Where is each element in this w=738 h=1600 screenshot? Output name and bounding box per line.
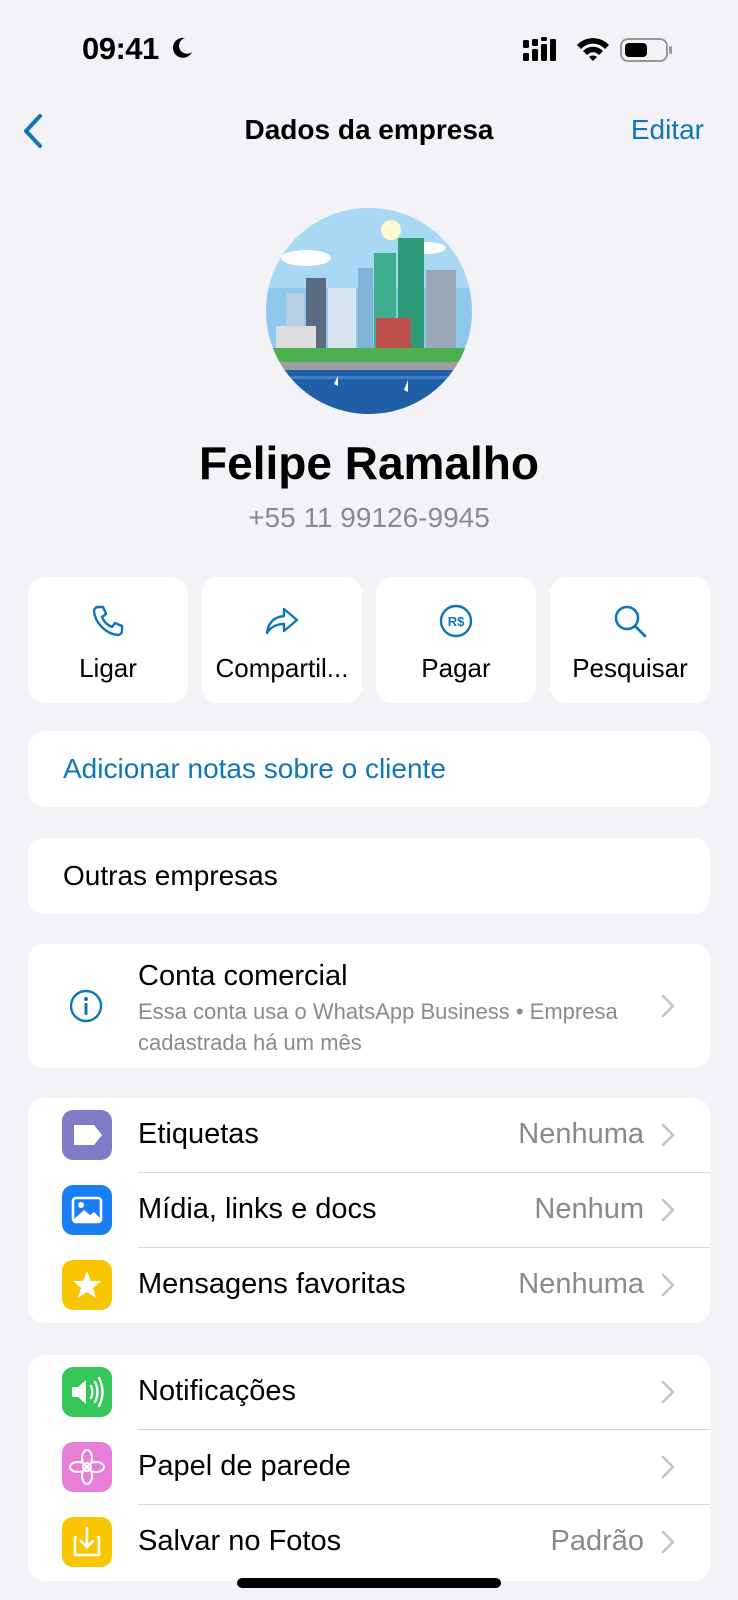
notifications-label: Notificações (138, 1375, 296, 1407)
phone-icon (92, 605, 124, 637)
label-icon (62, 1110, 112, 1160)
media-links-docs-item[interactable]: Mídia, links e docs Nenhum (28, 1173, 710, 1248)
battery-icon (620, 38, 672, 62)
other-businesses-item[interactable]: Outras empresas (28, 838, 710, 914)
action-buttons: Ligar Compartil... R$ Pagar Pesquisar (28, 577, 710, 703)
chevron-right-icon (661, 994, 675, 1018)
chevron-right-icon (661, 1123, 675, 1147)
starred-messages-item[interactable]: Mensagens favoritas Nenhuma (28, 1248, 710, 1323)
wallpaper-label: Papel de parede (138, 1450, 351, 1482)
chevron-right-icon (661, 1273, 675, 1297)
home-indicator[interactable] (237, 1578, 501, 1588)
flower-icon (62, 1442, 112, 1492)
other-businesses-label: Outras empresas (63, 860, 278, 891)
labels-value: Nenhuma (518, 1118, 644, 1150)
search-icon (614, 605, 647, 638)
speaker-icon (62, 1367, 112, 1417)
moon-icon (172, 37, 192, 58)
contact-name: Felipe Ramalho (199, 437, 539, 489)
add-notes-button[interactable]: Adicionar notas sobre o cliente (28, 731, 710, 807)
edit-button[interactable]: Editar (631, 114, 704, 146)
media-label: Mídia, links e docs (138, 1193, 377, 1225)
business-account-title: Conta comercial (138, 960, 348, 992)
svg-text:R$: R$ (448, 614, 465, 629)
pay-icon: R$ (439, 604, 473, 638)
starred-value: Nenhuma (518, 1268, 644, 1300)
media-value: Nenhum (534, 1193, 644, 1225)
save-to-photos-label: Salvar no Fotos (138, 1525, 342, 1557)
save-to-photos-item[interactable]: Salvar no Fotos Padrão (28, 1505, 710, 1580)
starred-label: Mensagens favoritas (138, 1268, 406, 1300)
media-icon (62, 1185, 112, 1235)
download-icon (62, 1517, 112, 1567)
share-label: Compartil... (215, 653, 349, 683)
labels-label: Etiquetas (138, 1118, 259, 1150)
media-settings-group: Etiquetas Nenhuma Mídia, links e docs Ne… (28, 1098, 710, 1323)
city-skyline-image (266, 208, 472, 414)
chat-settings-group: Notificações Papel de parede Salvar no F (28, 1355, 710, 1581)
avatar[interactable] (266, 208, 472, 414)
chevron-right-icon (661, 1380, 675, 1404)
nav-bar: Dados da empresa Editar (0, 100, 738, 162)
wifi-icon (577, 38, 609, 61)
pay-label: Pagar (421, 653, 491, 683)
business-account-description: Essa conta usa o WhatsApp Business • Emp… (138, 999, 618, 1055)
chevron-right-icon (661, 1530, 675, 1554)
info-icon (69, 989, 103, 1023)
contact-phone: +55 11 99126-9945 (248, 502, 490, 533)
wallpaper-item[interactable]: Papel de parede (28, 1430, 710, 1505)
chevron-right-icon (661, 1198, 675, 1222)
pay-button[interactable]: R$ Pagar (376, 577, 536, 703)
cellular-signal-icon (523, 37, 556, 61)
search-button[interactable]: Pesquisar (550, 577, 710, 703)
share-icon (265, 607, 299, 635)
status-time: 09:41 (82, 31, 159, 66)
share-button[interactable]: Compartil... (202, 577, 362, 703)
status-bar: 09:41 (0, 0, 738, 100)
save-to-photos-value: Padrão (550, 1525, 644, 1557)
add-notes-label: Adicionar notas sobre o cliente (63, 753, 446, 784)
call-label: Ligar (79, 653, 137, 683)
labels-item[interactable]: Etiquetas Nenhuma (28, 1098, 710, 1173)
notifications-item[interactable]: Notificações (28, 1355, 710, 1430)
chevron-right-icon (661, 1455, 675, 1479)
page-title: Dados da empresa (244, 114, 494, 145)
business-account-item[interactable]: Conta comercial Essa conta usa o WhatsAp… (28, 944, 710, 1068)
call-button[interactable]: Ligar (28, 577, 188, 703)
search-label: Pesquisar (572, 653, 688, 683)
star-icon (62, 1260, 112, 1310)
